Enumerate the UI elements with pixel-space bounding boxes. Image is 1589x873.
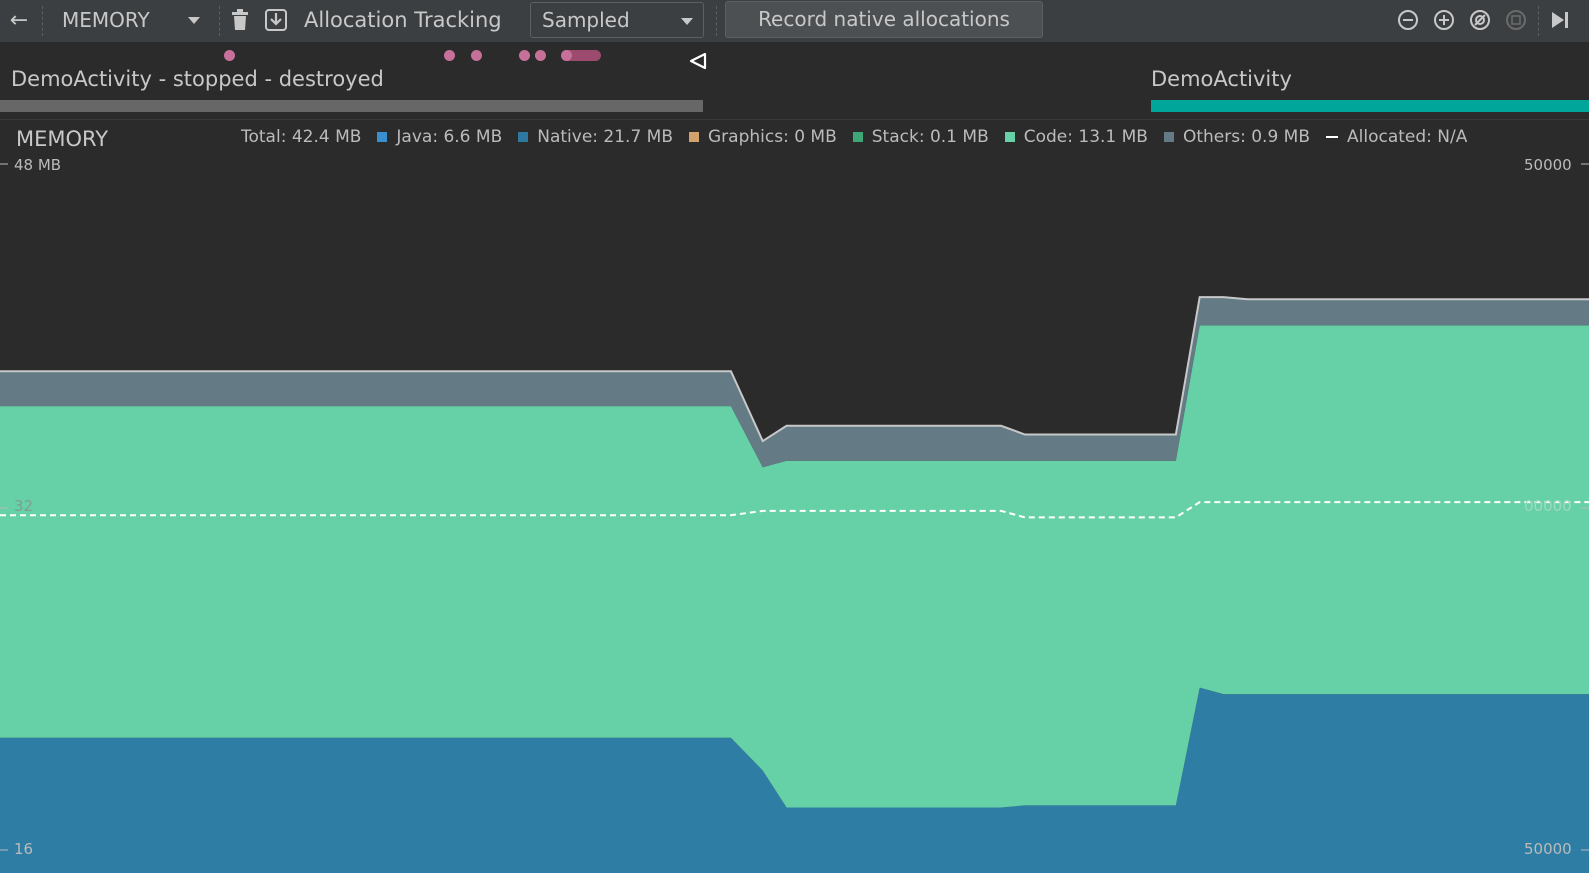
legend-swatch bbox=[852, 132, 863, 142]
legend-label: Allocated: N/A bbox=[1347, 127, 1468, 147]
y-axis-right-mid: 00000 bbox=[1524, 497, 1572, 515]
legend-label: Code: 13.1 MB bbox=[1023, 127, 1148, 147]
legend-item: Native: 21.7 MB bbox=[518, 127, 673, 147]
legend-swatch bbox=[1004, 132, 1015, 142]
legend-item: Total: 42.4 MB bbox=[241, 127, 361, 147]
legend-swatch bbox=[1163, 132, 1174, 142]
legend-dash-swatch bbox=[1326, 136, 1339, 138]
legend-label: Total: 42.4 MB bbox=[241, 127, 362, 147]
legend-label: Java: 6.6 MB bbox=[396, 127, 503, 147]
y-axis-right-bottom: 50000 bbox=[1524, 840, 1572, 858]
legend-label: Others: 0.9 MB bbox=[1182, 127, 1311, 147]
legend-item: Graphics: 0 MB bbox=[689, 127, 837, 147]
legend-item: Others: 0.9 MB bbox=[1163, 127, 1311, 147]
y-axis-left-top: 48 MB bbox=[14, 156, 62, 174]
memory-chart-title: MEMORY bbox=[16, 127, 109, 151]
legend-label: Graphics: 0 MB bbox=[708, 127, 837, 147]
memory-legend: Total: 42.4 MB Java: 6.6 MB Native: 21.7 M… bbox=[241, 127, 1483, 147]
legend-item: Allocated: N/A bbox=[1326, 127, 1467, 147]
y-axis-left-mid: 32 bbox=[14, 497, 34, 515]
legend-item: Java: 6.6 MB bbox=[377, 127, 502, 147]
legend-swatch bbox=[518, 132, 529, 142]
legend-swatch bbox=[689, 132, 699, 142]
legend-item: Stack: 0.1 MB bbox=[852, 127, 989, 147]
legend-swatch bbox=[377, 132, 388, 142]
legend-label: Stack: 0.1 MB bbox=[871, 127, 989, 147]
y-axis-right-top: 50000 bbox=[1524, 156, 1572, 174]
legend-label: Native: 21.7 MB bbox=[537, 127, 673, 147]
legend-item: Code: 13.1 MB bbox=[1004, 127, 1148, 147]
y-axis-left-bottom: 16 bbox=[14, 840, 34, 858]
